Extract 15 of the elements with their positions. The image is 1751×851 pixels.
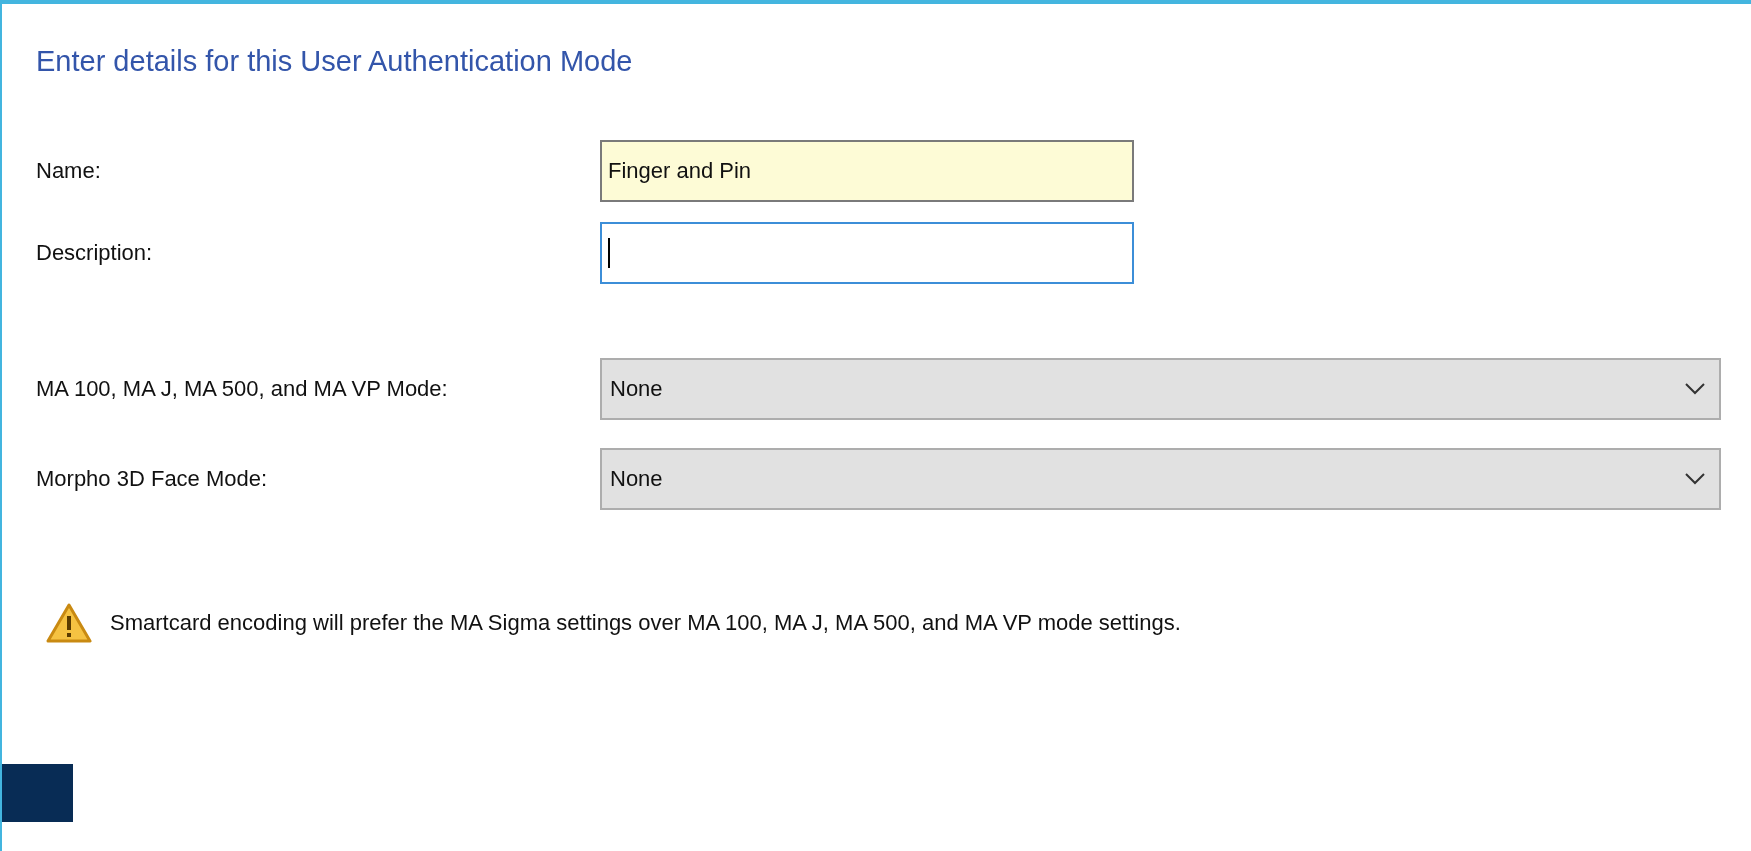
chevron-down-icon (1685, 472, 1705, 485)
warning-icon (46, 601, 92, 644)
field-label: MA 100, MA J, MA 500, and MA VP Mode: (36, 375, 449, 403)
warning-message: Smartcard encoding will prefer the MA Sigma settings over MA 100, MA J, MA 500, and MA VP mode settings. (110, 609, 1181, 637)
dropdown[interactable]: None (600, 447, 1721, 510)
field-label: Morpho 3D Face Mode: (36, 465, 269, 493)
text-field[interactable]: Finger and Pin (600, 139, 1134, 202)
dropdown[interactable]: None (600, 357, 1721, 420)
chevron-down-icon (1685, 382, 1705, 395)
text-cursor (608, 237, 610, 268)
field-label: Description: (36, 239, 154, 267)
field-label: Name: (36, 157, 102, 185)
corner-block (2, 764, 73, 822)
text-field[interactable] (600, 221, 1134, 284)
page-heading: Enter details for this User Authentication Mode (36, 44, 634, 79)
